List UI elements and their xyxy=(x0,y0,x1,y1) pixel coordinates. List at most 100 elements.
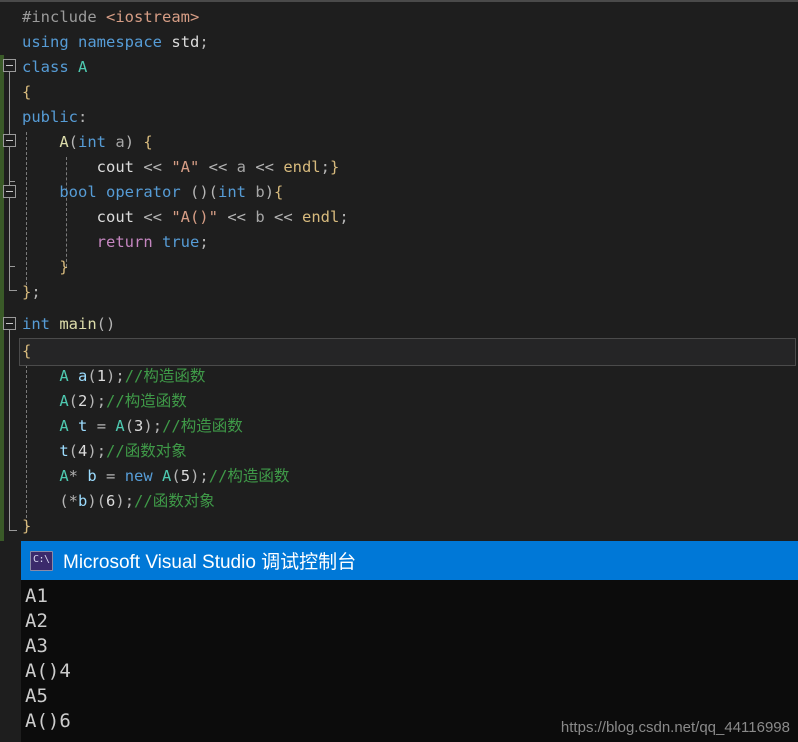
code-token: main xyxy=(59,315,97,333)
code-tokens: cout << "A()" << b << endl; xyxy=(22,205,349,230)
code-token: ( xyxy=(68,133,79,151)
code-token: ( xyxy=(87,367,97,385)
code-token: ; xyxy=(339,208,349,226)
code-token: ); xyxy=(106,367,125,385)
code-token: 6 xyxy=(106,492,116,510)
code-tokens: A(int a) { xyxy=(22,130,153,155)
code-line[interactable]: cout << "A" << a << endl;} xyxy=(0,155,798,180)
code-token: * xyxy=(68,467,79,485)
code-line[interactable]: A* b = new A(5);//构造函数 xyxy=(0,464,798,489)
code-line[interactable]: int main() xyxy=(0,312,798,337)
code-token: { xyxy=(274,183,284,201)
code-tokens: A(2);//构造函数 xyxy=(22,389,186,414)
code-token: endl xyxy=(301,208,340,226)
code-tokens: } xyxy=(22,514,31,539)
code-token: endl xyxy=(283,158,321,176)
code-token: //构造函数 xyxy=(162,417,243,435)
code-editor[interactable]: #include <iostream> using namespace std;… xyxy=(0,0,798,541)
code-tokens: using namespace std; xyxy=(22,30,209,55)
code-token: (* xyxy=(59,492,78,510)
code-line[interactable]: } xyxy=(0,514,798,539)
code-token: t xyxy=(59,442,69,460)
code-token: using xyxy=(22,33,69,51)
code-token: : xyxy=(78,108,88,126)
code-line[interactable]: { xyxy=(0,339,798,364)
code-line[interactable]: A(int a) { xyxy=(0,130,798,155)
console-window-icon: C:\ xyxy=(30,550,53,571)
code-line[interactable]: #include <iostream> xyxy=(0,5,798,30)
code-token: << xyxy=(133,208,172,226)
code-token: std xyxy=(171,33,200,51)
code-token: )( xyxy=(87,492,107,510)
code-token: { xyxy=(143,133,153,151)
code-token: //构造函数 xyxy=(124,367,206,385)
code-token: t xyxy=(78,417,88,435)
code-line[interactable]: cout << "A()" << b << endl; xyxy=(0,205,798,230)
code-line[interactable]: { xyxy=(0,80,798,105)
code-tokens: #include <iostream> xyxy=(22,5,199,30)
code-token: cout xyxy=(96,158,134,176)
code-line[interactable]: class A xyxy=(0,55,798,80)
code-token: operator xyxy=(106,183,181,201)
debug-console-window[interactable]: C:\ Microsoft Visual Studio 调试控制台 A1 A2 … xyxy=(21,541,798,742)
code-tokens: bool operator ()(int b){ xyxy=(22,180,283,205)
code-token: b xyxy=(78,492,88,510)
code-tokens: int main() xyxy=(22,312,115,337)
code-token: () xyxy=(190,183,209,201)
code-tokens: A t = A(3);//构造函数 xyxy=(22,414,243,439)
code-line[interactable]: using namespace std; xyxy=(0,30,798,55)
code-token: ); xyxy=(87,442,107,460)
code-token: << xyxy=(217,208,256,226)
code-tokens: } xyxy=(22,255,68,280)
code-token: 5 xyxy=(180,467,191,485)
code-token: ; xyxy=(31,283,41,301)
code-line[interactable]: A a(1);//构造函数 xyxy=(0,364,798,389)
code-line[interactable]: t(4);//函数对象 xyxy=(0,439,798,464)
code-token: "A()" xyxy=(171,208,218,226)
code-token: 4 xyxy=(78,442,88,460)
code-token: ( xyxy=(124,417,135,435)
code-line[interactable]: }; xyxy=(0,280,798,305)
code-token: } xyxy=(329,158,340,176)
console-title-bar[interactable]: C:\ Microsoft Visual Studio 调试控制台 xyxy=(21,541,798,580)
code-token: ); xyxy=(190,467,209,485)
console-output-area[interactable]: A1 A2 A3 A()4 A5 A()6 xyxy=(21,580,798,742)
code-line[interactable]: (*b)(6);//函数对象 xyxy=(0,489,798,514)
code-line[interactable]: return true; xyxy=(0,230,798,255)
code-token: } xyxy=(22,283,32,301)
code-line[interactable]: A(2);//构造函数 xyxy=(0,389,798,414)
code-tokens: (*b)(6);//函数对象 xyxy=(22,489,214,514)
code-token: = xyxy=(96,467,125,485)
code-line[interactable]: public: xyxy=(0,105,798,130)
code-token: ); xyxy=(143,417,163,435)
code-line[interactable]: } xyxy=(0,255,798,280)
code-token: int xyxy=(218,183,247,201)
code-token: a xyxy=(115,133,125,151)
code-token: b xyxy=(87,467,97,485)
code-token: 3 xyxy=(134,417,144,435)
watermark-text: https://blog.csdn.net/qq_44116998 xyxy=(560,719,790,736)
code-tokens: class A xyxy=(22,55,87,80)
code-token: int xyxy=(22,315,50,333)
code-token: { xyxy=(22,342,32,360)
code-token: public xyxy=(22,108,78,126)
code-tokens: { xyxy=(22,339,31,364)
code-token: ( xyxy=(68,392,79,410)
code-line[interactable]: A t = A(3);//构造函数 xyxy=(0,414,798,439)
code-line[interactable]: bool operator ()(int b){ xyxy=(0,180,798,205)
